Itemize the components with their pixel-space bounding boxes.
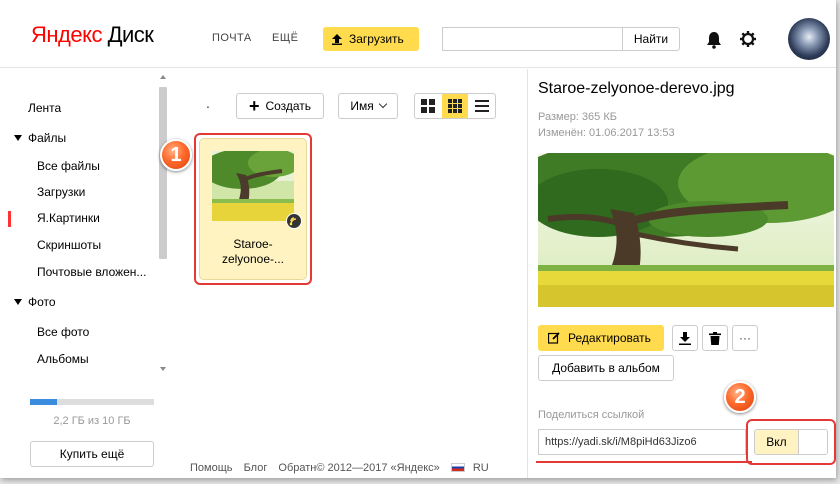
footer-lang[interactable]: RU bbox=[473, 462, 489, 474]
header: Яндекс Диск ПОЧТА ЕЩЁ Загрузить Найти bbox=[0, 0, 836, 68]
search-button[interactable]: Найти bbox=[622, 27, 680, 51]
plus-icon: + bbox=[248, 96, 260, 116]
logo-brand: Яндекс bbox=[31, 22, 102, 47]
sidebar-item-all-photos[interactable]: Все фото bbox=[37, 325, 89, 339]
delete-button[interactable] bbox=[702, 325, 728, 351]
avatar[interactable] bbox=[788, 18, 830, 60]
file-title: Staroe-zelyonoe-derevo.jpg bbox=[538, 80, 735, 97]
footer-help-link[interactable]: Помощь bbox=[190, 462, 233, 474]
download-icon bbox=[679, 331, 691, 345]
footer-feedback-link[interactable]: Обратн bbox=[278, 462, 316, 474]
gear-icon[interactable] bbox=[740, 31, 756, 47]
trash-icon bbox=[709, 331, 721, 345]
footer-copyright: © 2012—2017 «Яндекс» bbox=[316, 462, 440, 474]
download-button[interactable] bbox=[672, 325, 698, 351]
sidebar-scrollbar[interactable] bbox=[157, 73, 169, 377]
link-highlight-underline bbox=[536, 461, 752, 463]
sidebar-item-feed[interactable]: Лента bbox=[28, 101, 61, 115]
scroll-down-arrow-icon[interactable] bbox=[160, 367, 166, 371]
create-button[interactable]: + Создать bbox=[236, 93, 324, 119]
view-list-button[interactable] bbox=[468, 94, 495, 118]
expand-triangle-icon bbox=[14, 299, 22, 305]
russia-flag-icon bbox=[450, 463, 465, 472]
scroll-up-arrow-icon[interactable] bbox=[160, 75, 166, 79]
view-mode-switch bbox=[414, 93, 496, 119]
scroll-thumb[interactable] bbox=[159, 87, 167, 259]
nav-mail-link[interactable]: ПОЧТА bbox=[212, 32, 252, 44]
highlight-frame-file bbox=[194, 133, 312, 285]
file-size: Размер: 365 КБ bbox=[538, 111, 617, 123]
edit-button[interactable]: Редактировать bbox=[538, 325, 664, 351]
sidebar-item-downloads[interactable]: Загрузки bbox=[37, 185, 85, 199]
sidebar-section-files-label: Файлы bbox=[28, 131, 67, 145]
chevron-down-icon bbox=[378, 99, 387, 109]
step-marker-2: 2 bbox=[724, 381, 756, 413]
sidebar-item-ya-pictures[interactable]: Я.Картинки bbox=[37, 211, 100, 225]
sidebar-item-albums[interactable]: Альбомы bbox=[37, 352, 89, 366]
search-input[interactable] bbox=[442, 27, 622, 51]
footer: Помощь Блог Обратн© 2012—2017 «Яндекс» R… bbox=[190, 462, 497, 474]
file-area: . + Создать Имя Staroe-zelyonoe-... 1 По… bbox=[160, 69, 527, 478]
sidebar-section-photos-label: Фото bbox=[28, 295, 56, 309]
add-to-album-button[interactable]: Добавить в альбом bbox=[538, 355, 674, 381]
upload-arrow-icon bbox=[332, 34, 342, 45]
preview-image[interactable] bbox=[538, 153, 834, 307]
view-large-tiles-button[interactable] bbox=[415, 94, 442, 118]
nav-more-link[interactable]: ЕЩЁ bbox=[272, 32, 299, 44]
path-dot: . bbox=[206, 95, 210, 111]
create-label: Создать bbox=[265, 99, 312, 113]
storage-quota-bar bbox=[30, 399, 154, 405]
view-small-tiles-button[interactable] bbox=[441, 94, 469, 118]
bell-icon[interactable] bbox=[706, 31, 722, 49]
sidebar-item-all-files[interactable]: Все файлы bbox=[37, 159, 100, 173]
more-actions-button[interactable]: ··· bbox=[732, 325, 758, 351]
upload-label: Загрузить bbox=[349, 32, 404, 46]
highlight-frame-toggle bbox=[746, 419, 836, 465]
expand-triangle-icon bbox=[14, 135, 22, 141]
small-grid-icon bbox=[448, 99, 462, 113]
share-link-field[interactable]: https://yadi.sk/i/M8piHd63Jizo6 bbox=[538, 429, 746, 455]
buy-more-button[interactable]: Купить ещё bbox=[30, 441, 154, 467]
sort-button[interactable]: Имя bbox=[338, 93, 398, 119]
sidebar-item-mail-attachments[interactable]: Почтовые вложен... bbox=[37, 265, 146, 279]
edit-label: Редактировать bbox=[568, 331, 651, 345]
footer-blog-link[interactable]: Блог bbox=[244, 462, 268, 474]
active-indicator bbox=[8, 211, 11, 227]
logo-product: Диск bbox=[107, 22, 154, 47]
tree-photo-preview bbox=[538, 153, 834, 307]
edit-pencil-icon bbox=[548, 332, 560, 344]
window: Яндекс Диск ПОЧТА ЕЩЁ Загрузить Найти Ле… bbox=[0, 0, 836, 478]
storage-quota-fill bbox=[30, 399, 58, 405]
step-marker-1: 1 bbox=[160, 139, 192, 171]
list-icon bbox=[474, 100, 489, 112]
share-link-label: Поделиться ссылкой bbox=[538, 409, 645, 421]
sidebar: Лента Файлы Все файлы Загрузки Я.Картинк… bbox=[0, 69, 172, 478]
sidebar-item-screenshots[interactable]: Скриншоты bbox=[37, 238, 101, 252]
file-modified: Изменён: 01.06.2017 13:53 bbox=[538, 127, 675, 139]
sidebar-section-photos[interactable]: Фото bbox=[14, 295, 56, 309]
upload-button[interactable]: Загрузить bbox=[323, 27, 419, 51]
storage-quota-text: 2,2 ГБ из 10 ГБ bbox=[53, 415, 131, 427]
large-grid-icon bbox=[421, 99, 436, 113]
details-panel: Staroe-zelyonoe-derevo.jpg Размер: 365 К… bbox=[527, 69, 836, 478]
sidebar-section-files[interactable]: Файлы bbox=[14, 131, 66, 145]
logo[interactable]: Яндекс Диск bbox=[31, 22, 154, 48]
sort-label: Имя bbox=[350, 99, 374, 113]
